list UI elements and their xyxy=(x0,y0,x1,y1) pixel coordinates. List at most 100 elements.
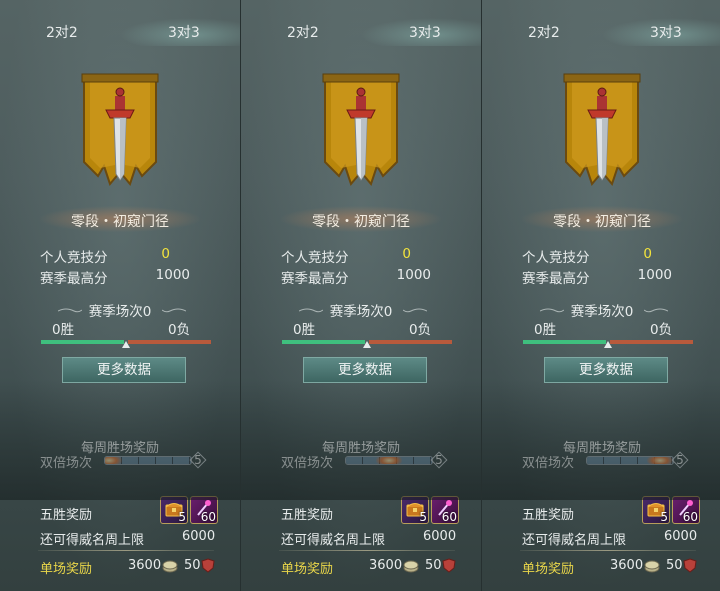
mode-tabs: 2对2 3对3 xyxy=(482,18,720,46)
personal-score-value: 0 xyxy=(643,246,652,262)
loss-fill xyxy=(369,340,452,344)
tab-2v2[interactable]: 2对2 xyxy=(46,22,78,42)
tab-2v2[interactable]: 2对2 xyxy=(287,22,319,42)
loss-fill xyxy=(128,340,211,344)
shield-icon xyxy=(442,558,456,573)
divider xyxy=(520,550,696,551)
double-max-badge: 5 xyxy=(673,453,687,467)
double-matches-label: 双倍场次 xyxy=(40,456,93,471)
losses-count: 0负 xyxy=(168,322,191,338)
losses-count: 0负 xyxy=(409,322,432,338)
flame-effect-icon xyxy=(105,457,123,464)
tab-3v3[interactable]: 3对3 xyxy=(650,22,682,42)
rank-banner-sword-icon xyxy=(81,73,159,187)
season-matches: 赛季场次0 xyxy=(88,304,152,320)
coin-icon xyxy=(162,560,178,573)
season-best-value: 1000 xyxy=(637,267,672,283)
double-max-badge: 5 xyxy=(432,453,446,467)
tab-3v3[interactable]: 3对3 xyxy=(409,22,441,42)
double-matches-bar xyxy=(586,456,674,465)
token-count: 60 xyxy=(441,510,457,524)
coin-icon xyxy=(644,560,660,573)
ornament-right-icon xyxy=(162,308,186,313)
personal-score-value: 0 xyxy=(402,246,411,262)
personal-score-label: 个人竞技分 xyxy=(40,250,108,266)
ratio-marker-icon xyxy=(363,341,371,348)
weekly-limit-value: 6000 xyxy=(664,529,698,544)
ratio-marker-icon xyxy=(122,341,130,348)
coin-reward-value: 3600 xyxy=(610,558,644,573)
weekly-limit-label: 还可得威名周上限 xyxy=(281,533,386,548)
chest-count: 5 xyxy=(178,510,186,524)
weekly-limit-value: 6000 xyxy=(423,529,457,544)
shield-reward-value: 50 xyxy=(184,558,201,573)
chest-count: 5 xyxy=(660,510,668,524)
chest-count: 5 xyxy=(419,510,427,524)
ornament-right-icon xyxy=(403,308,427,313)
season-matches: 赛季场次0 xyxy=(570,304,634,320)
more-data-button[interactable]: 更多数据 xyxy=(303,357,427,383)
double-matches-bar xyxy=(345,456,433,465)
mode-tabs: 2对2 3对3 xyxy=(0,18,240,46)
weekly-limit-label: 还可得威名周上限 xyxy=(40,533,145,548)
reward-token-item[interactable]: 60 xyxy=(431,496,459,524)
arena-panel: 2对2 3对3 零段・初窥门径 个人竞技分 0 赛季最高分 1000 赛季场次0… xyxy=(241,0,482,591)
rank-title: 零段・初窥门径 xyxy=(312,214,410,230)
arena-panel: 2对2 3对3 零段・初窥门径 个人竞技分 0 赛季最高分 1000 赛季场次0… xyxy=(0,0,241,591)
coin-icon xyxy=(403,560,419,573)
season-matches: 赛季场次0 xyxy=(329,304,393,320)
shield-icon xyxy=(683,558,697,573)
tab-2v2[interactable]: 2对2 xyxy=(528,22,560,42)
rank-title: 零段・初窥门径 xyxy=(553,214,651,230)
more-data-button[interactable]: 更多数据 xyxy=(544,357,668,383)
single-match-reward-label: 单场奖励 xyxy=(281,562,334,577)
reward-chest-item[interactable]: 5 xyxy=(401,496,429,524)
rank-title: 零段・初窥门径 xyxy=(71,214,169,230)
single-match-reward-label: 单场奖励 xyxy=(40,562,93,577)
win-loss-bar xyxy=(41,340,211,348)
single-match-reward-label: 单场奖励 xyxy=(522,562,575,577)
more-data-button[interactable]: 更多数据 xyxy=(62,357,186,383)
tab-3v3[interactable]: 3对3 xyxy=(168,22,200,42)
wins-count: 0胜 xyxy=(534,322,557,338)
double-max-badge: 5 xyxy=(191,453,205,467)
divider xyxy=(38,550,214,551)
personal-score-label: 个人竞技分 xyxy=(281,250,349,266)
token-count: 60 xyxy=(200,510,216,524)
win-loss-bar xyxy=(523,340,693,348)
five-win-reward-label: 五胜奖励 xyxy=(281,508,334,523)
shield-reward-value: 50 xyxy=(425,558,442,573)
reward-chest-item[interactable]: 5 xyxy=(160,496,188,524)
season-best-label: 赛季最高分 xyxy=(40,271,108,287)
mode-tabs: 2对2 3对3 xyxy=(241,18,481,46)
win-fill xyxy=(523,340,606,344)
rank-banner-sword-icon xyxy=(322,73,400,187)
reward-chest-item[interactable]: 5 xyxy=(642,496,670,524)
loss-fill xyxy=(610,340,693,344)
double-matches-bar xyxy=(104,456,192,465)
season-best-label: 赛季最高分 xyxy=(281,271,349,287)
rank-banner-sword-icon xyxy=(563,73,641,187)
coin-reward-value: 3600 xyxy=(128,558,162,573)
ratio-marker-icon xyxy=(604,341,612,348)
season-best-value: 1000 xyxy=(155,267,190,283)
season-best-label: 赛季最高分 xyxy=(522,271,590,287)
reward-token-item[interactable]: 60 xyxy=(190,496,218,524)
win-loss-bar xyxy=(282,340,452,348)
reward-token-item[interactable]: 60 xyxy=(672,496,700,524)
five-win-reward-label: 五胜奖励 xyxy=(522,508,575,523)
flame-effect-icon xyxy=(376,457,402,464)
personal-score-value: 0 xyxy=(161,246,170,262)
weekly-limit-label: 还可得威名周上限 xyxy=(522,533,627,548)
shield-icon xyxy=(201,558,215,573)
flame-effect-icon xyxy=(647,457,673,464)
wins-count: 0胜 xyxy=(293,322,316,338)
win-fill xyxy=(282,340,365,344)
five-win-reward-label: 五胜奖励 xyxy=(40,508,93,523)
double-matches-label: 双倍场次 xyxy=(281,456,334,471)
token-count: 60 xyxy=(682,510,698,524)
ornament-right-icon xyxy=(644,308,668,313)
win-fill xyxy=(41,340,124,344)
wins-count: 0胜 xyxy=(52,322,75,338)
shield-reward-value: 50 xyxy=(666,558,683,573)
